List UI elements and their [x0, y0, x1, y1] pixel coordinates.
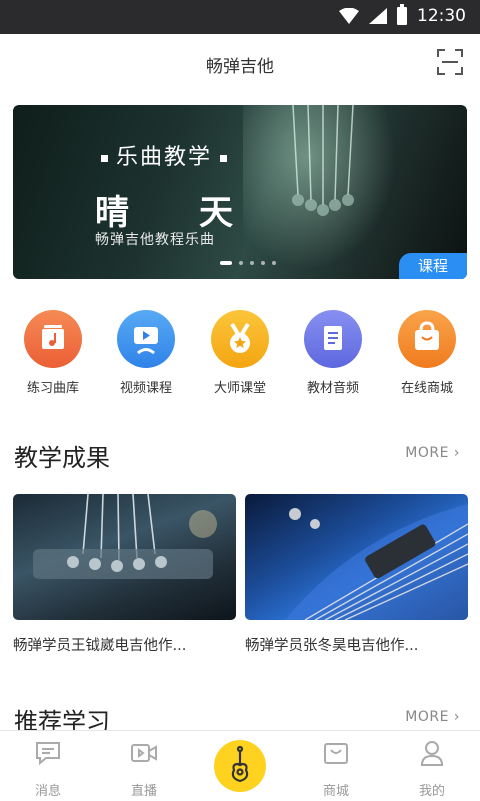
tab-label: 消息: [34, 784, 61, 799]
shopping-bag-icon: [398, 310, 456, 368]
tab-messages[interactable]: 消息: [18, 739, 78, 799]
results-more-link[interactable]: MORE ›: [405, 445, 460, 461]
results-section-title: 教学成果: [14, 444, 110, 472]
medal-icon: [211, 310, 269, 368]
chevron-right-icon: ›: [453, 445, 460, 461]
tab-label: 商城: [322, 784, 349, 799]
quick-item-video-course[interactable]: 视频课程: [99, 310, 193, 396]
quick-item-textbook-audio[interactable]: 教材音频: [286, 310, 380, 396]
tab-shop[interactable]: 商城: [306, 739, 366, 799]
result-card[interactable]: 畅弹学员王钺崴电吉他作...: [13, 494, 236, 655]
wifi-icon: [339, 8, 359, 24]
status-bar: 12:30: [0, 0, 480, 34]
quick-item-label: 视频课程: [119, 381, 172, 396]
center-guitar-button[interactable]: [214, 740, 266, 792]
quick-item-label: 大师课堂: [213, 381, 266, 396]
result-card-caption: 畅弹学员张冬昊电吉他作...: [245, 638, 419, 654]
quick-menu: 练习曲库 视频课程 大师课堂 教材音频 在线商城: [0, 310, 480, 400]
page-title: 畅弹吉他: [206, 57, 274, 77]
blue-guitar-image: [285, 504, 468, 620]
profile-icon: [420, 741, 444, 766]
app-header: 畅弹吉他: [0, 34, 480, 92]
promo-banner[interactable]: 乐曲教学 晴天 畅弹吉他教程乐曲 课程: [13, 105, 467, 279]
recommend-more-link[interactable]: MORE ›: [405, 709, 460, 725]
banner-song-title: 晴天: [95, 193, 303, 233]
battery-icon: [397, 4, 407, 25]
chevron-right-icon: ›: [453, 709, 460, 725]
guitar-bridge-image: [33, 494, 217, 579]
result-card-image: [13, 494, 236, 620]
tab-live[interactable]: 直播: [114, 739, 174, 799]
music-library-icon: [24, 310, 82, 368]
tab-label: 直播: [130, 784, 157, 799]
result-card-caption: 畅弹学员王钺崴电吉他作...: [13, 638, 187, 654]
quick-item-practice-library[interactable]: 练习曲库: [6, 310, 100, 396]
scan-icon[interactable]: [436, 48, 464, 76]
result-card[interactable]: 畅弹学员张冬昊电吉他作...: [245, 494, 468, 655]
status-time: 12:30: [417, 6, 466, 26]
message-icon: [36, 742, 60, 766]
guitar-logo-icon: [231, 745, 249, 783]
signal-icon: [369, 8, 387, 24]
quick-item-master-class[interactable]: 大师课堂: [193, 310, 287, 396]
tab-label: 我的: [418, 784, 445, 799]
quick-item-label: 教材音频: [306, 381, 359, 396]
quick-item-label: 练习曲库: [26, 381, 79, 396]
live-video-icon: [131, 744, 157, 762]
document-icon: [304, 310, 362, 368]
quick-item-label: 在线商城: [400, 381, 453, 396]
course-badge[interactable]: 课程: [399, 253, 467, 279]
tab-profile[interactable]: 我的: [402, 739, 462, 799]
banner-subtitle: 畅弹吉他教程乐曲: [95, 232, 215, 248]
banner-pagination: [220, 261, 276, 265]
shop-icon: [324, 743, 348, 764]
video-course-icon: [117, 310, 175, 368]
banner-tagline: 乐曲教学: [93, 139, 235, 171]
quick-item-online-mall[interactable]: 在线商城: [380, 310, 474, 396]
result-card-image: [245, 494, 468, 620]
